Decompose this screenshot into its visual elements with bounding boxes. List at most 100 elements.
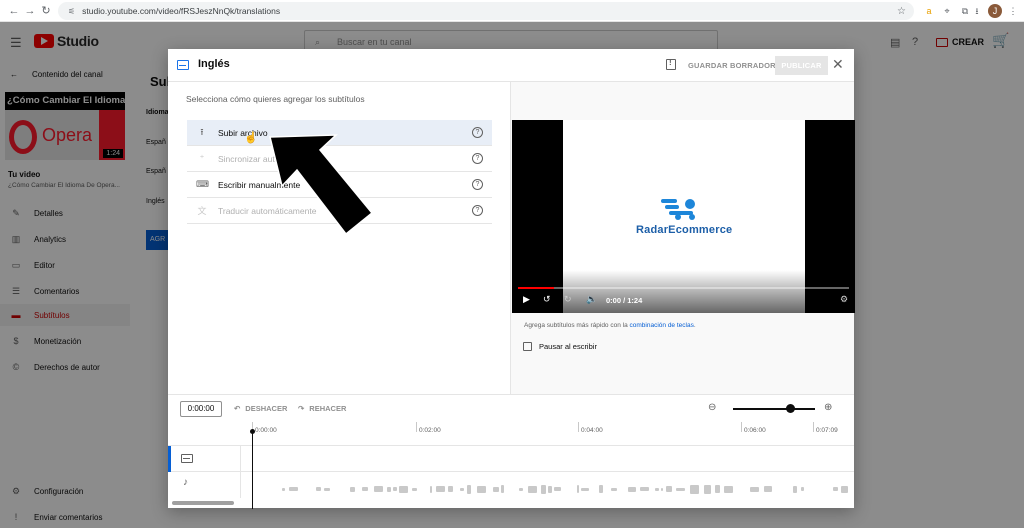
save-draft-button[interactable]: GUARDAR BORRADOR bbox=[688, 61, 776, 70]
close-icon[interactable]: ✕ bbox=[832, 56, 844, 73]
redo-button[interactable]: ↷ REHACER bbox=[298, 404, 346, 413]
help-icon[interactable]: ? bbox=[472, 179, 483, 190]
waveform-segment bbox=[704, 484, 711, 494]
zoom-slider[interactable] bbox=[733, 408, 815, 410]
feedback-icon[interactable] bbox=[666, 58, 676, 70]
download-icon[interactable]: ⭳ bbox=[970, 4, 984, 18]
publish-button[interactable]: PUBLICAR bbox=[775, 56, 828, 75]
zoom-in-icon[interactable]: ⊕ bbox=[824, 402, 832, 413]
waveform-segment bbox=[362, 487, 368, 491]
timeline-ruler[interactable]: 0:00:00 0:02:00 0:04:00 0:06:00 0:07:09 bbox=[168, 422, 854, 446]
horizontal-scrollbar[interactable] bbox=[172, 501, 234, 505]
brand-name: RadarEcommerce bbox=[636, 224, 733, 236]
help-icon[interactable]: ? bbox=[472, 127, 483, 138]
progress-fill bbox=[518, 287, 555, 289]
waveform-segment bbox=[399, 485, 408, 493]
waveform-segment bbox=[833, 487, 838, 491]
waveform-segment bbox=[412, 487, 417, 491]
waveform-segment bbox=[715, 485, 720, 493]
preview-pane: RadarEcommerce ▶ ↺ ↻ 🔈 0:00 / 1:24 ⚙ Agr… bbox=[510, 82, 855, 394]
help-icon[interactable]: ? bbox=[472, 153, 483, 164]
music-note-icon: ♪ bbox=[183, 477, 188, 488]
auto-sync-option[interactable]: ⁺ Sincronizar automáticamente ? bbox=[187, 146, 492, 172]
waveform-segment bbox=[666, 486, 672, 492]
time-display: 0:00 / 1:24 bbox=[606, 296, 643, 305]
tick-label: 0:00:00 bbox=[255, 427, 277, 434]
waveform-segment bbox=[387, 486, 391, 492]
playhead[interactable] bbox=[252, 430, 253, 509]
waveform-segment bbox=[393, 487, 397, 491]
method-prompt: Selecciona cómo quieres agregar los subt… bbox=[186, 94, 365, 104]
extension-icon[interactable]: ⌖ bbox=[940, 4, 954, 18]
progress-bar[interactable] bbox=[518, 287, 849, 289]
play-icon[interactable]: ▶ bbox=[523, 294, 530, 305]
settings-gear-icon[interactable]: ⚙ bbox=[840, 294, 848, 305]
playhead-handle[interactable] bbox=[250, 429, 255, 434]
subtitles-icon bbox=[177, 60, 189, 70]
waveform-segment bbox=[528, 485, 537, 493]
option-label: Traducir automáticamente bbox=[218, 205, 317, 216]
reload-icon[interactable]: ↻ bbox=[36, 4, 56, 17]
rewind-10-icon[interactable]: ↺ bbox=[543, 294, 551, 305]
undo-icon: ↶ bbox=[234, 404, 241, 413]
extension-amazon-icon[interactable]: a bbox=[922, 4, 936, 18]
waveform-segment bbox=[316, 487, 321, 491]
pause-label: Pausar al escribir bbox=[539, 342, 597, 351]
address-bar[interactable]: ⚟ studio.youtube.com/video/fRSJeszNnQk/t… bbox=[58, 2, 914, 20]
auto-sync-icon: ⁺ bbox=[199, 153, 205, 163]
undo-label: DESHACER bbox=[245, 404, 288, 413]
player-controls bbox=[512, 270, 855, 313]
tick-label: 0:02:00 bbox=[419, 427, 441, 434]
method-pane: Selecciona cómo quieres agregar los subt… bbox=[168, 82, 510, 394]
zoom-out-icon[interactable]: ⊖ bbox=[708, 402, 716, 413]
option-label: Escribir manualmente bbox=[218, 179, 301, 190]
url-text: studio.youtube.com/video/fRSJeszNnQk/tra… bbox=[82, 6, 281, 16]
cart-logo-icon bbox=[661, 193, 703, 221]
track-selected-marker bbox=[168, 446, 171, 472]
dialog-header: Inglés GUARDAR BORRADOR PUBLICAR ✕ bbox=[168, 49, 854, 82]
waveform-segment bbox=[661, 487, 663, 491]
waveform-segment bbox=[436, 486, 445, 492]
waveform-segment bbox=[430, 485, 432, 493]
waveform-segment bbox=[599, 485, 603, 493]
tick-label: 0:04:00 bbox=[581, 427, 603, 434]
translate-icon: 文 bbox=[197, 206, 207, 216]
zoom-slider-thumb[interactable] bbox=[786, 404, 796, 413]
audio-waveform bbox=[272, 484, 852, 494]
upload-file-option[interactable]: ⭱ Subir archivo ? bbox=[187, 120, 492, 146]
bookmark-star-icon[interactable]: ☆ bbox=[897, 6, 906, 17]
subtitles-icon bbox=[181, 454, 193, 463]
keyboard-shortcuts-link[interactable]: combinación de teclas bbox=[630, 322, 694, 329]
keyboard-shortcuts-note: Agrega subtítulos más rápido con la comb… bbox=[524, 322, 696, 329]
waveform-segment bbox=[690, 484, 699, 494]
video-player[interactable]: RadarEcommerce ▶ ↺ ↻ 🔈 0:00 / 1:24 ⚙ bbox=[512, 120, 855, 313]
cursor-icon: ☝ bbox=[244, 132, 258, 144]
auto-translate-option[interactable]: 文 Traducir automáticamente ? bbox=[187, 198, 492, 224]
profile-avatar[interactable]: J bbox=[988, 4, 1002, 18]
site-info-icon[interactable]: ⚟ bbox=[68, 7, 75, 16]
type-manually-option[interactable]: ⌨ Escribir manualmente ? bbox=[187, 172, 492, 198]
forward-10-icon[interactable]: ↻ bbox=[564, 294, 572, 305]
help-icon[interactable]: ? bbox=[472, 205, 483, 216]
waveform-segment bbox=[477, 485, 486, 493]
timecode-field[interactable]: 0:00:00 bbox=[180, 401, 222, 417]
waveform-segment bbox=[467, 484, 471, 494]
waveform-segment bbox=[460, 487, 464, 491]
upload-icon: ⭱ bbox=[200, 126, 204, 137]
waveform-segment bbox=[554, 487, 561, 491]
option-label: Sincronizar automáticamente bbox=[218, 153, 329, 164]
waveform-segment bbox=[282, 487, 285, 491]
subtitle-track[interactable] bbox=[168, 446, 854, 472]
waveform-segment bbox=[501, 485, 504, 493]
pause-while-typing[interactable]: Pausar al escribir bbox=[523, 342, 597, 351]
keyboard-icon: ⌨ bbox=[196, 179, 209, 189]
browser-menu-icon[interactable]: ⋮ bbox=[1006, 4, 1020, 18]
tick-label: 0:06:00 bbox=[744, 427, 766, 434]
undo-button[interactable]: ↶ DESHACER bbox=[234, 404, 287, 413]
redo-label: REHACER bbox=[309, 404, 347, 413]
waveform-segment bbox=[611, 487, 617, 491]
volume-icon[interactable]: 🔈 bbox=[586, 294, 597, 305]
pause-checkbox[interactable] bbox=[523, 342, 532, 351]
option-label: Subir archivo bbox=[218, 127, 268, 138]
waveform-segment bbox=[676, 487, 685, 491]
